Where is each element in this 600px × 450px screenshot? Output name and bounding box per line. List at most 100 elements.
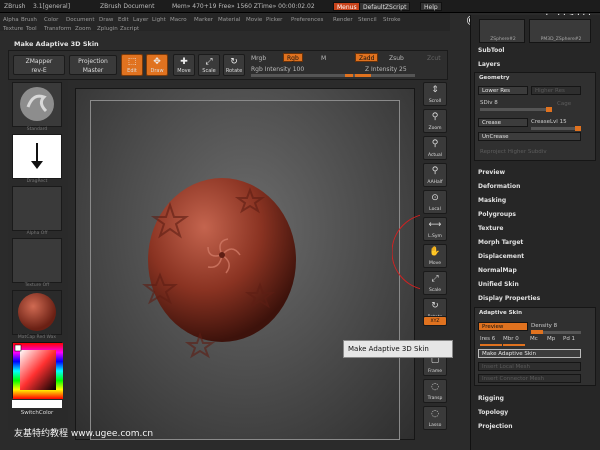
subtool-thumb-1[interactable]: ZSphere#2 [479, 19, 525, 43]
morph-target-menu[interactable]: Morph Target [478, 239, 523, 246]
menus-button[interactable]: Menus [333, 2, 361, 11]
menu-render[interactable]: Render [333, 17, 353, 23]
menu-stroke[interactable]: Stroke [383, 17, 401, 23]
crease-button[interactable]: Crease [478, 118, 528, 127]
menu-color[interactable]: Color [44, 17, 58, 23]
main-color-swatch[interactable] [12, 400, 62, 408]
brush-thumbnail[interactable] [12, 82, 62, 127]
geometry-header[interactable]: Geometry [479, 75, 509, 81]
texture-menu[interactable]: Texture [478, 225, 503, 232]
menu-marker[interactable]: Marker [194, 17, 213, 23]
menu-macro[interactable]: Macro [170, 17, 187, 23]
mbr-slider[interactable] [503, 344, 525, 346]
polygroups-menu[interactable]: Polygroups [478, 211, 516, 218]
projection-menu[interactable]: Projection [478, 423, 512, 430]
preview-menu[interactable]: Preview [478, 169, 505, 176]
local-button[interactable]: ⊙ Local [423, 190, 447, 214]
actual-button[interactable]: ⚲ Actual [423, 136, 447, 160]
menu-zplugin[interactable]: Zplugin [97, 26, 118, 32]
scroll-button[interactable]: ⇕ Scroll [423, 82, 447, 106]
sdiv-slider[interactable] [480, 108, 550, 111]
move-button[interactable]: ✚ Move [173, 54, 195, 76]
subtool-thumb-2[interactable]: PM3D_ZSphere#2 [529, 19, 591, 43]
material-thumbnail[interactable] [12, 290, 62, 335]
menu-preferences[interactable]: Preferences [291, 17, 323, 23]
make-adaptive-skin-button[interactable]: Make Adaptive Skin [478, 349, 581, 358]
menu-layer[interactable]: Layer [133, 17, 148, 23]
higher-res-button[interactable]: Higher Res [531, 86, 581, 95]
xyz-button[interactable]: XYZ [423, 316, 447, 326]
menu-alpha[interactable]: Alpha [3, 17, 19, 23]
zsub-toggle[interactable]: Zsub [389, 55, 404, 62]
edit-button[interactable]: ⬚ Edit [121, 54, 143, 76]
menu-transform[interactable]: Transform [44, 26, 71, 32]
zoom-button[interactable]: ⚲ Zoom [423, 109, 447, 133]
menu-picker[interactable]: Picker [266, 17, 282, 23]
layers-menu[interactable]: Layers [478, 61, 500, 68]
cage-button[interactable]: Cage [557, 101, 571, 107]
switch-color-button[interactable]: SwitchColor [12, 410, 62, 416]
menu-brush[interactable]: Brush [21, 17, 37, 23]
scale-button[interactable]: ⤢ Scale [198, 54, 220, 76]
mc-toggle[interactable]: Mc [530, 336, 538, 342]
menu-material[interactable]: Material [218, 17, 240, 23]
unified-skin-menu[interactable]: Unified Skin [478, 281, 519, 288]
sdiv-handle[interactable] [546, 107, 552, 112]
projection-master-button[interactable]: Projection Master [69, 55, 117, 75]
rigging-menu[interactable]: Rigging [478, 395, 504, 402]
z-intensity-fill[interactable] [355, 74, 371, 77]
color-picker[interactable] [12, 342, 63, 399]
ires-slider[interactable] [480, 344, 502, 346]
stroke-thumbnail[interactable] [12, 134, 62, 179]
menu-document[interactable]: Document [66, 17, 95, 23]
aahalf-button[interactable]: ⚲ AAHalf [423, 163, 447, 187]
transp-button[interactable]: ◌ Transp [423, 379, 447, 403]
draw-button[interactable]: ✥ Draw [146, 54, 168, 76]
density-handle[interactable] [531, 330, 543, 334]
menu-edit[interactable]: Edit [118, 17, 129, 23]
sphere-model[interactable] [140, 165, 300, 370]
insert-connector-mesh-button[interactable]: Insert Connector Mesh [478, 374, 581, 383]
masking-menu[interactable]: Masking [478, 197, 506, 204]
deformation-menu[interactable]: Deformation [478, 183, 520, 190]
menu-draw[interactable]: Draw [99, 17, 113, 23]
crease-lvl-slider[interactable] [531, 127, 581, 130]
texture-thumbnail[interactable] [12, 238, 62, 283]
insert-local-mesh-button[interactable]: Insert Local Mesh [478, 362, 581, 371]
move-button[interactable]: ✋ Move [423, 244, 447, 268]
rotate-button[interactable]: ↻ Rotate [223, 54, 245, 76]
menu-zoom[interactable]: Zoom [75, 26, 91, 32]
topology-menu[interactable]: Topology [478, 409, 508, 416]
menu-tool[interactable]: Tool [26, 26, 37, 32]
displacement-menu[interactable]: Displacement [478, 253, 524, 260]
rgb-toggle[interactable]: Rgb [283, 53, 303, 62]
menu-movie[interactable]: Movie [246, 17, 262, 23]
mrgb-toggle[interactable]: Mrgb [251, 55, 266, 62]
zadd-toggle[interactable]: Zadd [355, 53, 379, 62]
crease-lvl-handle[interactable] [575, 126, 581, 131]
m-toggle[interactable]: M [321, 55, 326, 62]
help-button[interactable]: Help [420, 2, 442, 11]
default-zscript-button[interactable]: DefaultZScript [359, 2, 411, 11]
display-properties-menu[interactable]: Display Properties [478, 295, 540, 302]
zcut-toggle[interactable]: Zcut [427, 55, 441, 62]
adaptive-skin-header[interactable]: Adaptive Skin [479, 310, 522, 316]
rgb-intensity-handle[interactable] [345, 74, 353, 77]
lasso-button[interactable]: ◌ Lasso [423, 406, 447, 430]
lsym-button[interactable]: ⟷ L.Sym [423, 217, 447, 241]
lower-res-button[interactable]: Lower Res [478, 86, 528, 95]
uncrease-button[interactable]: UnCrease [478, 132, 581, 141]
alpha-thumbnail[interactable] [12, 186, 62, 231]
mp-toggle[interactable]: Mp [547, 336, 555, 342]
menu-stencil[interactable]: Stencil [358, 17, 377, 23]
menu-zscript[interactable]: Zscript [120, 26, 139, 32]
scale-button[interactable]: ⤢ Scale [423, 271, 447, 295]
menu-light[interactable]: Light [152, 17, 166, 23]
zmapper-button[interactable]: ZMapper rev-E [13, 55, 65, 75]
subtool-menu[interactable]: SubTool [478, 47, 504, 54]
normalmap-menu[interactable]: NormalMap [478, 267, 517, 274]
reproject-higher-subdiv-button[interactable]: Reproject Higher Subdiv [480, 149, 547, 155]
rgb-intensity-slider[interactable] [251, 74, 355, 77]
menu-texture[interactable]: Texture [3, 26, 23, 32]
adaptive-preview-button[interactable]: Preview [478, 322, 528, 331]
